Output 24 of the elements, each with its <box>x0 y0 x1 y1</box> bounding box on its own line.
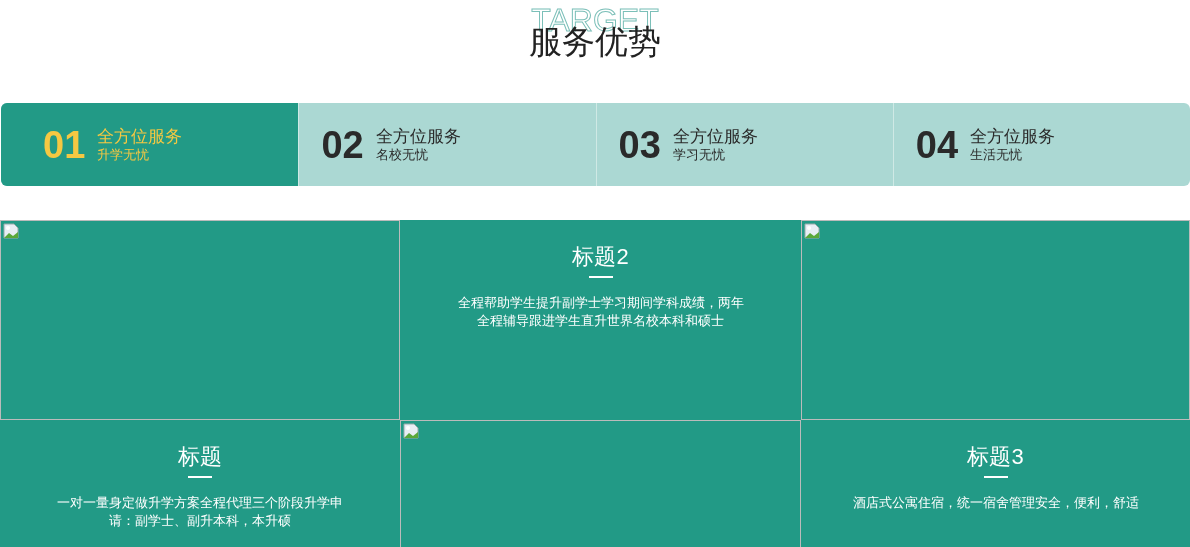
tab-subtitle: 名校无忧 <box>375 147 429 162</box>
tab-number: 02 <box>321 125 364 164</box>
title-underline <box>588 276 613 278</box>
tab-number: 03 <box>618 125 661 164</box>
title-underline <box>188 476 212 478</box>
card-title: 标题 <box>178 443 222 471</box>
tab-subtitle: 升学无忧 <box>97 147 151 162</box>
tab-number: 04 <box>915 125 959 164</box>
broken-image-icon <box>3 223 19 239</box>
card-title: 标题2 <box>572 243 629 271</box>
broken-image-icon <box>403 423 419 439</box>
card-description: 一对一量身定做升学方案全程代理三个阶段升学申请：副学士、副升本科，本升硕 <box>56 494 344 530</box>
card-description: 全程帮助学生提升副学士学习期间学科成绩，两年全程辅导跟进学生直升世界名校本科和硕士 <box>456 294 745 330</box>
tab-title: 全方位服务 <box>97 127 183 147</box>
tab-number: 01 <box>43 125 86 164</box>
broken-image-icon <box>804 223 820 239</box>
tab-subtitle: 学习无忧 <box>672 147 726 162</box>
card-description: 酒店式公寓住宿，统一宿舍管理安全，便利，舒适 <box>851 494 1140 512</box>
tab-title: 全方位服务 <box>672 127 758 147</box>
tab-title: 全方位服务 <box>375 127 461 147</box>
tab-title: 全方位服务 <box>970 127 1056 147</box>
tab-subtitle: 生活无忧 <box>970 147 1024 162</box>
card-title: 标题3 <box>967 443 1024 471</box>
title-underline <box>983 476 1008 478</box>
